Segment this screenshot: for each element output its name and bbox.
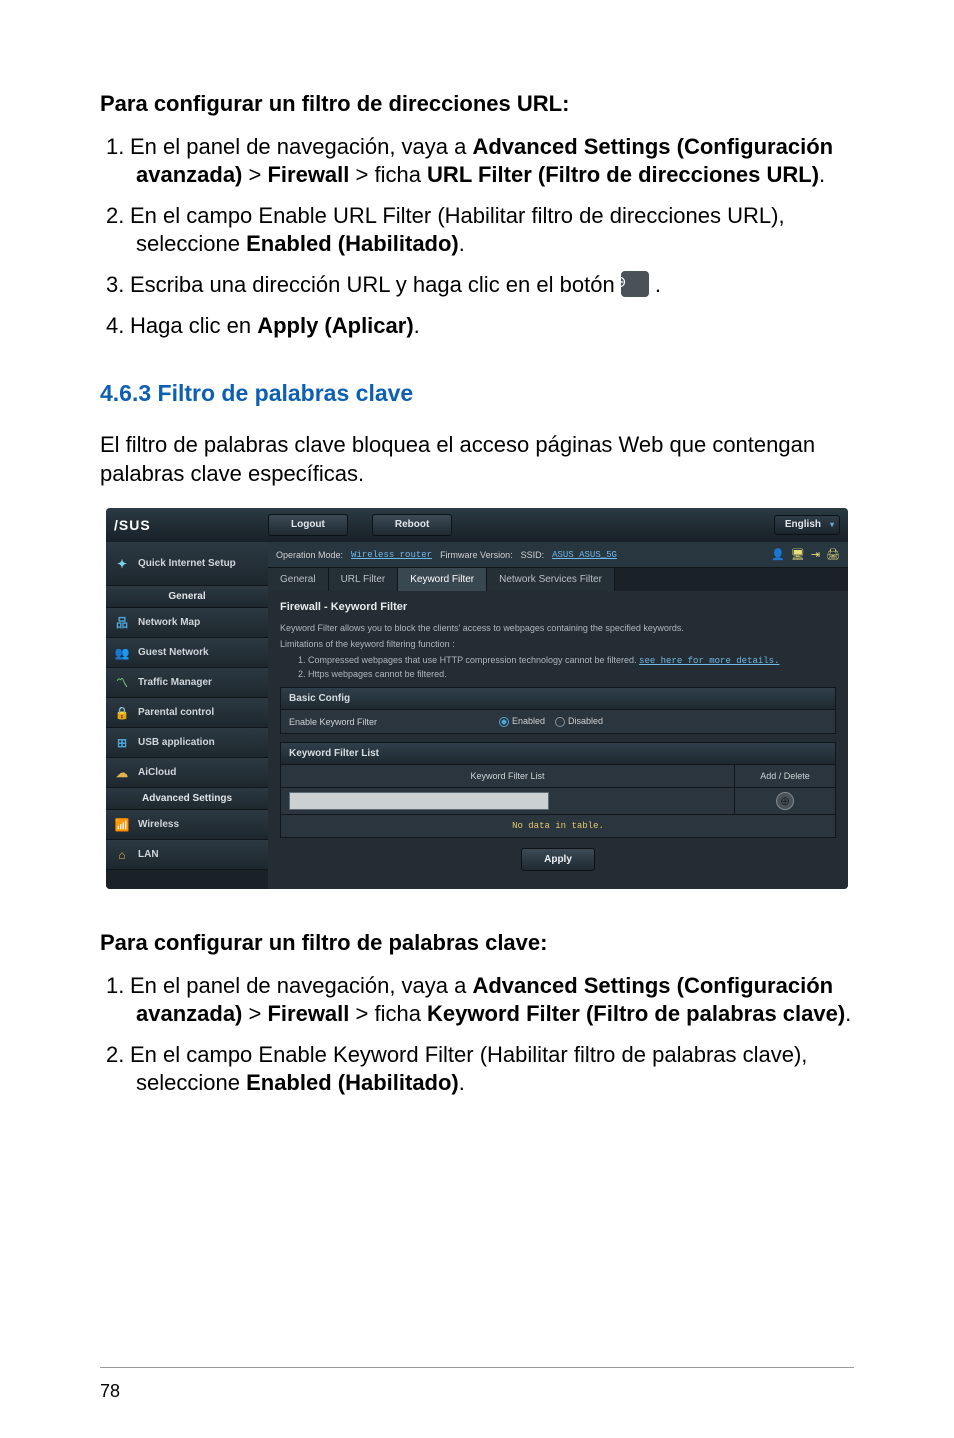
user-icon[interactable]: 👤 (771, 548, 785, 561)
sidebar-item-aicloud[interactable]: ☁ AiCloud (106, 758, 268, 788)
sidebar: ✦ Quick Internet Setup General 品 Network … (106, 542, 268, 889)
list-item-text: Escriba una dirección URL y haga clic en… (130, 272, 661, 297)
tab-keyword-filter[interactable]: Keyword Filter (398, 568, 487, 591)
home-icon: ⌂ (114, 847, 130, 863)
col-add-delete: Add / Delete (735, 765, 835, 787)
no-data-row: No data in table. (280, 815, 836, 838)
keyword-input[interactable] (289, 792, 549, 810)
sidebar-item-label: Guest Network (138, 647, 209, 658)
table-head: Keyword Filter List Add / Delete (280, 765, 836, 788)
subsection-paragraph: El filtro de palabras clave bloquea el a… (100, 431, 854, 488)
tab-general[interactable]: General (268, 568, 329, 591)
see-here-link[interactable]: see here for more details. (639, 656, 779, 666)
wand-icon: ✦ (114, 556, 130, 572)
sidebar-item-network-map[interactable]: 品 Network Map (106, 608, 268, 638)
panel-limitations: Limitations of the keyword filtering fun… (280, 639, 836, 649)
panel-title: Firewall - Keyword Filter (280, 601, 836, 613)
users-icon: 👥 (114, 645, 130, 661)
op-mode-label: Operation Mode: (276, 550, 343, 560)
router-top-bar: /SUS Logout Reboot English (106, 508, 848, 542)
panel-desc: Keyword Filter allows you to block the c… (280, 623, 836, 633)
page-divider (100, 1367, 854, 1368)
reboot-button[interactable]: Reboot (372, 514, 452, 536)
plus-circle-icon: ⊕ (621, 271, 649, 297)
op-mode-link[interactable]: Wireless router (351, 550, 432, 560)
enable-label: Enable Keyword Filter (289, 717, 499, 727)
usb-status-icon[interactable]: ⇥ (811, 548, 820, 561)
sidebar-item-label: Traffic Manager (138, 677, 212, 688)
status-icons: 👤 🖥 ⇥ 🖨 (771, 548, 840, 561)
sidebar-item-label: LAN (138, 849, 159, 860)
list-item-text: En el panel de navegación, vaya a Advanc… (130, 973, 851, 1027)
tab-url-filter[interactable]: URL Filter (329, 568, 399, 591)
sidebar-item-parental-control[interactable]: 🔒 Parental control (106, 698, 268, 728)
sidebar-item-qis[interactable]: ✦ Quick Internet Setup (106, 542, 268, 586)
cloud-icon: ☁ (114, 765, 130, 781)
list-item: 1.En el panel de navegación, vaya a Adva… (100, 133, 854, 190)
sidebar-item-lan[interactable]: ⌂ LAN (106, 840, 268, 870)
sidebar-item-usb-application[interactable]: ⊞ USB application (106, 728, 268, 758)
list-item-text: En el campo Enable Keyword Filter (Habil… (130, 1042, 807, 1096)
radio-disabled[interactable] (555, 717, 565, 727)
devices-icon[interactable]: 🖥 (791, 548, 805, 561)
table-input-row: ⊕ (280, 788, 836, 815)
tab-bar: General URL Filter Keyword Filter Networ… (268, 568, 848, 591)
panel: Firewall - Keyword Filter Keyword Filter… (268, 591, 848, 889)
apply-button[interactable]: Apply (521, 848, 595, 871)
sidebar-item-label: Wireless (138, 819, 179, 830)
sidebar-item-guest-network[interactable]: 👥 Guest Network (106, 638, 268, 668)
sidebar-item-label: USB application (138, 737, 215, 748)
radio-enabled-label: Enabled (512, 716, 545, 726)
limitation-1: 1. Compressed webpages that use HTTP com… (298, 655, 637, 665)
panel-limitations-list: 1. Compressed webpages that use HTTP com… (280, 655, 836, 679)
page-number: 78 (100, 1381, 120, 1402)
sidebar-section-advanced: Advanced Settings (106, 788, 268, 810)
ssid-label: SSID: (521, 550, 545, 560)
ssid-link[interactable]: ASUS ASUS_5G (552, 550, 617, 560)
usb-icon: ⊞ (114, 735, 130, 751)
sidebar-item-label: AiCloud (138, 767, 176, 778)
list-item: 3.Escriba una dirección URL y haga clic … (100, 271, 854, 300)
keyword-list-bar: Keyword Filter List (280, 742, 836, 765)
limitation-2: 2. Https webpages cannot be filtered. (298, 669, 836, 679)
lock-icon: 🔒 (114, 705, 130, 721)
sidebar-item-label: Network Map (138, 617, 200, 628)
router-admin-screenshot: /SUS Logout Reboot English ✦ Quick Inter… (106, 508, 848, 889)
wifi-icon: 📶 (114, 817, 130, 833)
network-icon: 品 (114, 615, 130, 631)
add-button[interactable]: ⊕ (776, 792, 794, 810)
basic-config-bar: Basic Config (280, 687, 836, 710)
traffic-icon: 〽 (114, 675, 130, 691)
list-item-text: En el campo Enable URL Filter (Habilitar… (130, 203, 785, 257)
logout-button[interactable]: Logout (268, 514, 348, 536)
ordered-list-2: 1.En el panel de navegación, vaya a Adva… (100, 972, 854, 1098)
firmware-label: Firmware Version: (440, 550, 513, 560)
col-keyword: Keyword Filter List (281, 765, 735, 787)
list-item: 2.En el campo Enable Keyword Filter (Hab… (100, 1041, 854, 1098)
ordered-list-1: 1.En el panel de navegación, vaya a Adva… (100, 133, 854, 341)
sidebar-item-traffic-manager[interactable]: 〽 Traffic Manager (106, 668, 268, 698)
radio-enabled[interactable] (499, 717, 509, 727)
section-heading-2: Para configurar un filtro de palabras cl… (100, 929, 854, 958)
list-item: 2.En el campo Enable URL Filter (Habilit… (100, 202, 854, 259)
sidebar-item-label: Parental control (138, 707, 214, 718)
tab-network-services-filter[interactable]: Network Services Filter (487, 568, 615, 591)
list-item: 1.En el panel de navegación, vaya a Adva… (100, 972, 854, 1029)
list-item-text: Haga clic en Apply (Aplicar). (130, 313, 420, 338)
radio-disabled-label: Disabled (568, 716, 603, 726)
info-bar: Operation Mode: Wireless router Firmware… (268, 542, 848, 568)
printer-icon[interactable]: 🖨 (826, 548, 840, 561)
enable-row: Enable Keyword Filter Enabled Disabled (280, 710, 836, 734)
sidebar-item-wireless[interactable]: 📶 Wireless (106, 810, 268, 840)
section-heading-1: Para configurar un filtro de direcciones… (100, 90, 854, 119)
language-select[interactable]: English (774, 515, 840, 535)
brand-logo: /SUS (114, 517, 268, 533)
subsection-heading: 4.6.3 Filtro de palabras clave (100, 380, 854, 407)
sidebar-section-general: General (106, 586, 268, 608)
list-item: 4.Haga clic en Apply (Aplicar). (100, 312, 854, 341)
list-item-text: En el panel de navegación, vaya a Advanc… (130, 134, 833, 188)
sidebar-item-label: Quick Internet Setup (138, 558, 236, 569)
router-main: Operation Mode: Wireless router Firmware… (268, 542, 848, 889)
